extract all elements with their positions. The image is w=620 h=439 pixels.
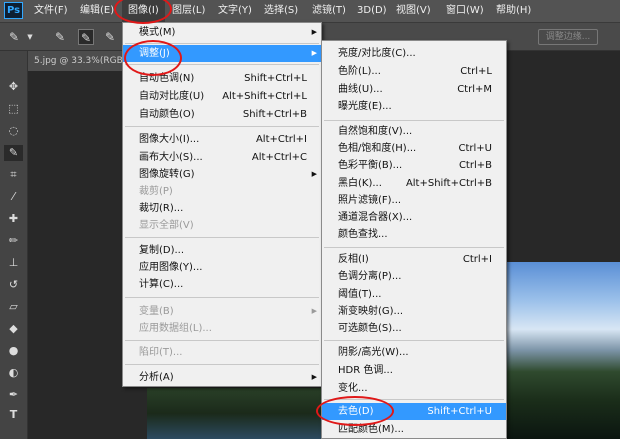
- adjust-threshold[interactable]: 阈值(T)...: [322, 286, 506, 303]
- document-tab[interactable]: 5.jpg @ 33.3%(RGB: [28, 51, 128, 71]
- photo-image-bottom: [147, 388, 327, 439]
- submenu-arrow-icon: ▶: [311, 28, 317, 36]
- adjust-curves[interactable]: 曲线(U)... Ctrl+M: [322, 81, 506, 98]
- photoshop-logo: Ps: [4, 2, 23, 19]
- toolbox: ✥ ⬚ ◌ ✎ ⌗ ⁄ ✚ ✏ ⊥ ↺ ▱ ◆ ● ◐ ✒ T: [0, 51, 28, 439]
- image-menu-reveal-all: 显示全部(V): [139, 220, 194, 231]
- quick-selection-tool-icon[interactable]: ✎: [4, 145, 23, 161]
- adjustments-submenu: 亮度/对比度(C)... 色阶(L)... Ctrl+L 曲线(U)... Ctrl…: [321, 40, 507, 439]
- history-brush-tool-icon[interactable]: ↺: [4, 277, 23, 293]
- image-menu-canvas-size[interactable]: 画布大小(S)... Alt+Ctrl+C: [123, 149, 321, 166]
- menu-separator: [125, 126, 319, 127]
- adjust-levels[interactable]: 色阶(L)... Ctrl+L: [322, 63, 506, 80]
- move-tool-icon[interactable]: ✥: [4, 79, 23, 95]
- menu-type[interactable]: 文字(Y): [218, 0, 252, 22]
- healing-brush-tool-icon[interactable]: ✚: [4, 211, 23, 227]
- menu-3d[interactable]: 3D(D): [357, 0, 387, 22]
- adjust-brightness-contrast[interactable]: 亮度/对比度(C)...: [322, 45, 506, 62]
- clone-stamp-tool-icon[interactable]: ⊥: [4, 255, 23, 271]
- adjust-channel-mixer[interactable]: 通道混合器(X)...: [322, 209, 506, 226]
- menu-help[interactable]: 帮助(H): [496, 0, 531, 22]
- type-tool-icon[interactable]: T: [4, 407, 23, 423]
- image-menu-auto-contrast[interactable]: 自动对比度(U) Alt+Shift+Ctrl+L: [123, 88, 321, 105]
- image-menu-image-size[interactable]: 图像大小(I)... Alt+Ctrl+I: [123, 131, 321, 148]
- image-menu-variables: 变量(B) ▶: [123, 303, 321, 320]
- image-menu-image-rotation[interactable]: 图像旋转(G) ▶: [123, 166, 321, 183]
- menu-separator: [324, 340, 504, 341]
- adjust-photo-filter[interactable]: 照片滤镜(F)...: [322, 192, 506, 209]
- lasso-tool-icon[interactable]: ◌: [4, 123, 23, 139]
- add-to-selection-icon[interactable]: ✎: [78, 29, 94, 45]
- image-menu-duplicate[interactable]: 复制(D)...: [123, 242, 321, 259]
- adjust-color-balance[interactable]: 色彩平衡(B)... Ctrl+B: [322, 157, 506, 174]
- adjust-hdr-toning[interactable]: HDR 色调...: [322, 362, 506, 379]
- image-menu-apply-image[interactable]: 应用图像(Y)...: [123, 259, 321, 276]
- annotation-circle-adjustments: [124, 40, 182, 76]
- image-menu-trap: 陷印(T)...: [139, 347, 183, 358]
- adjust-exposure[interactable]: 曝光度(E)...: [322, 98, 506, 115]
- adjust-variations[interactable]: 变化...: [322, 380, 506, 397]
- menu-select[interactable]: 选择(S): [264, 0, 298, 22]
- menu-separator: [324, 247, 504, 248]
- pen-tool-icon[interactable]: ✒: [4, 387, 23, 403]
- submenu-arrow-icon: ▶: [311, 373, 317, 381]
- menu-separator: [324, 120, 504, 121]
- submenu-arrow-icon: ▶: [311, 307, 317, 315]
- adjust-vibrance[interactable]: 自然饱和度(V)...: [322, 123, 506, 140]
- crop-tool-icon[interactable]: ⌗: [4, 167, 23, 183]
- menu-separator: [125, 297, 319, 298]
- subtract-selection-icon[interactable]: ✎: [102, 29, 118, 45]
- adjust-color-lookup[interactable]: 颜色查找...: [322, 226, 506, 243]
- menu-file[interactable]: 文件(F): [34, 0, 68, 22]
- image-menu: 模式(M) ▶ 调整(J) ▶ 自动色调(N) Shift+Ctrl+L 自动对比度(…: [122, 22, 322, 387]
- adjust-posterize[interactable]: 色调分离(P)...: [322, 268, 506, 285]
- menu-edit[interactable]: 编辑(E): [80, 0, 114, 22]
- menu-filter[interactable]: 滤镜(T): [312, 0, 346, 22]
- image-menu-apply-data-set: 应用数据组(L)...: [139, 323, 212, 334]
- photo-image: [504, 262, 620, 439]
- paint-bucket-tool-icon[interactable]: ◆: [4, 321, 23, 337]
- menu-separator: [125, 340, 319, 341]
- adjust-shadows-highlights[interactable]: 阴影/高光(W)...: [322, 344, 506, 361]
- submenu-arrow-icon: ▶: [311, 170, 317, 178]
- adjust-hue-saturation[interactable]: 色相/饱和度(H)... Ctrl+U: [322, 140, 506, 157]
- menu-view[interactable]: 视图(V): [396, 0, 431, 22]
- marquee-tool-icon[interactable]: ⬚: [4, 101, 23, 117]
- image-menu-calculations[interactable]: 计算(C)...: [123, 276, 321, 293]
- image-menu-trim[interactable]: 裁切(R)...: [123, 200, 321, 217]
- menu-bar: Ps 文件(F) 编辑(E) 图像(I) 图层(L) 文字(Y) 选择(S) 滤…: [0, 0, 620, 23]
- menu-layer[interactable]: 图层(L): [172, 0, 205, 22]
- image-menu-mode[interactable]: 模式(M) ▶: [123, 24, 321, 41]
- eraser-tool-icon[interactable]: ▱: [4, 299, 23, 315]
- menu-separator: [125, 364, 319, 365]
- image-menu-auto-color[interactable]: 自动颜色(O) Shift+Ctrl+B: [123, 106, 321, 123]
- annotation-circle-desaturate: [316, 396, 394, 426]
- adjust-edge-button[interactable]: 调整边缘...: [538, 29, 598, 45]
- brush-preset-icon[interactable]: ✎: [6, 29, 22, 45]
- brush-tool-icon[interactable]: ✏: [4, 233, 23, 249]
- adjust-gradient-map[interactable]: 渐变映射(G)...: [322, 303, 506, 320]
- blur-tool-icon[interactable]: ●: [4, 343, 23, 359]
- dodge-tool-icon[interactable]: ◐: [4, 365, 23, 381]
- adjust-invert[interactable]: 反相(I) Ctrl+I: [322, 251, 506, 268]
- menu-separator: [125, 237, 319, 238]
- adjust-selective-color[interactable]: 可选颜色(S)...: [322, 320, 506, 337]
- new-selection-icon[interactable]: ✎: [52, 29, 68, 45]
- image-menu-analysis[interactable]: 分析(A) ▶: [123, 369, 321, 386]
- image-menu-crop: 裁剪(P): [139, 186, 173, 197]
- adjust-black-white[interactable]: 黑白(K)... Alt+Shift+Ctrl+B: [322, 175, 506, 192]
- eyedropper-tool-icon[interactable]: ⁄: [4, 189, 23, 205]
- submenu-arrow-icon: ▶: [311, 49, 317, 57]
- chevron-down-icon[interactable]: ▼: [22, 29, 38, 45]
- menu-window[interactable]: 窗口(W): [446, 0, 484, 22]
